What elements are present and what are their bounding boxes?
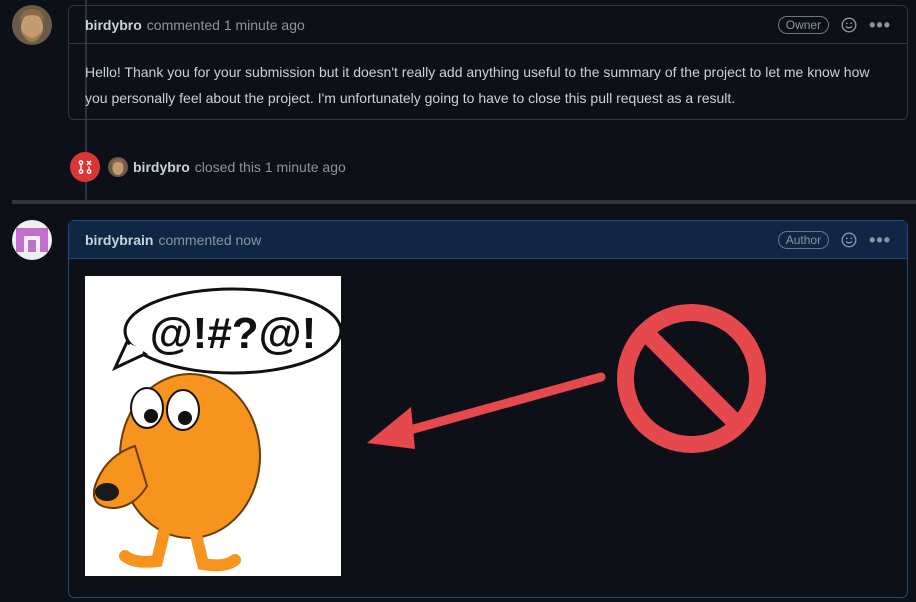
attached-image[interactable]: @!#?@!: [85, 276, 341, 576]
comment-header: birdybrain commented now Author •••: [69, 221, 907, 259]
arrow-icon: [367, 372, 606, 449]
kebab-menu-icon[interactable]: •••: [869, 16, 891, 34]
smiley-icon[interactable]: [841, 231, 857, 248]
event-avatar[interactable]: [108, 157, 128, 177]
event-action[interactable]: closed this 1 minute ago: [195, 159, 346, 175]
timeline-divider: [12, 200, 916, 204]
closed-event: birdybro closed this 1 minute ago: [70, 152, 346, 182]
event-actor[interactable]: birdybro: [133, 159, 190, 175]
kebab-menu-icon[interactable]: •••: [869, 231, 891, 249]
comment-birdybro: birdybro commented 1 minute ago Owner ••…: [68, 5, 908, 120]
avatar-birdybrain[interactable]: [12, 220, 52, 260]
comment-header: birdybro commented 1 minute ago Owner ••…: [69, 6, 907, 44]
author-badge: Author: [777, 230, 830, 249]
qbert-cartoon: @!#?@!: [85, 276, 341, 576]
speech-bubble-text: @!#?@!: [150, 309, 316, 358]
comment-birdybrain: birdybrain commented now Author ••• @!#?…: [68, 220, 908, 598]
comment-timestamp[interactable]: commented 1 minute ago: [147, 17, 305, 33]
prohibited-icon: [617, 304, 766, 453]
smiley-icon[interactable]: [841, 16, 857, 33]
avatar-birdybro[interactable]: [12, 5, 52, 45]
comment-author[interactable]: birdybrain: [85, 232, 153, 248]
comment-body: Hello! Thank you for your submission but…: [85, 64, 870, 106]
comment-timestamp[interactable]: commented now: [158, 232, 261, 248]
pull-request-closed-icon: [70, 152, 100, 182]
owner-badge: Owner: [777, 15, 830, 34]
comment-author[interactable]: birdybro: [85, 17, 142, 33]
